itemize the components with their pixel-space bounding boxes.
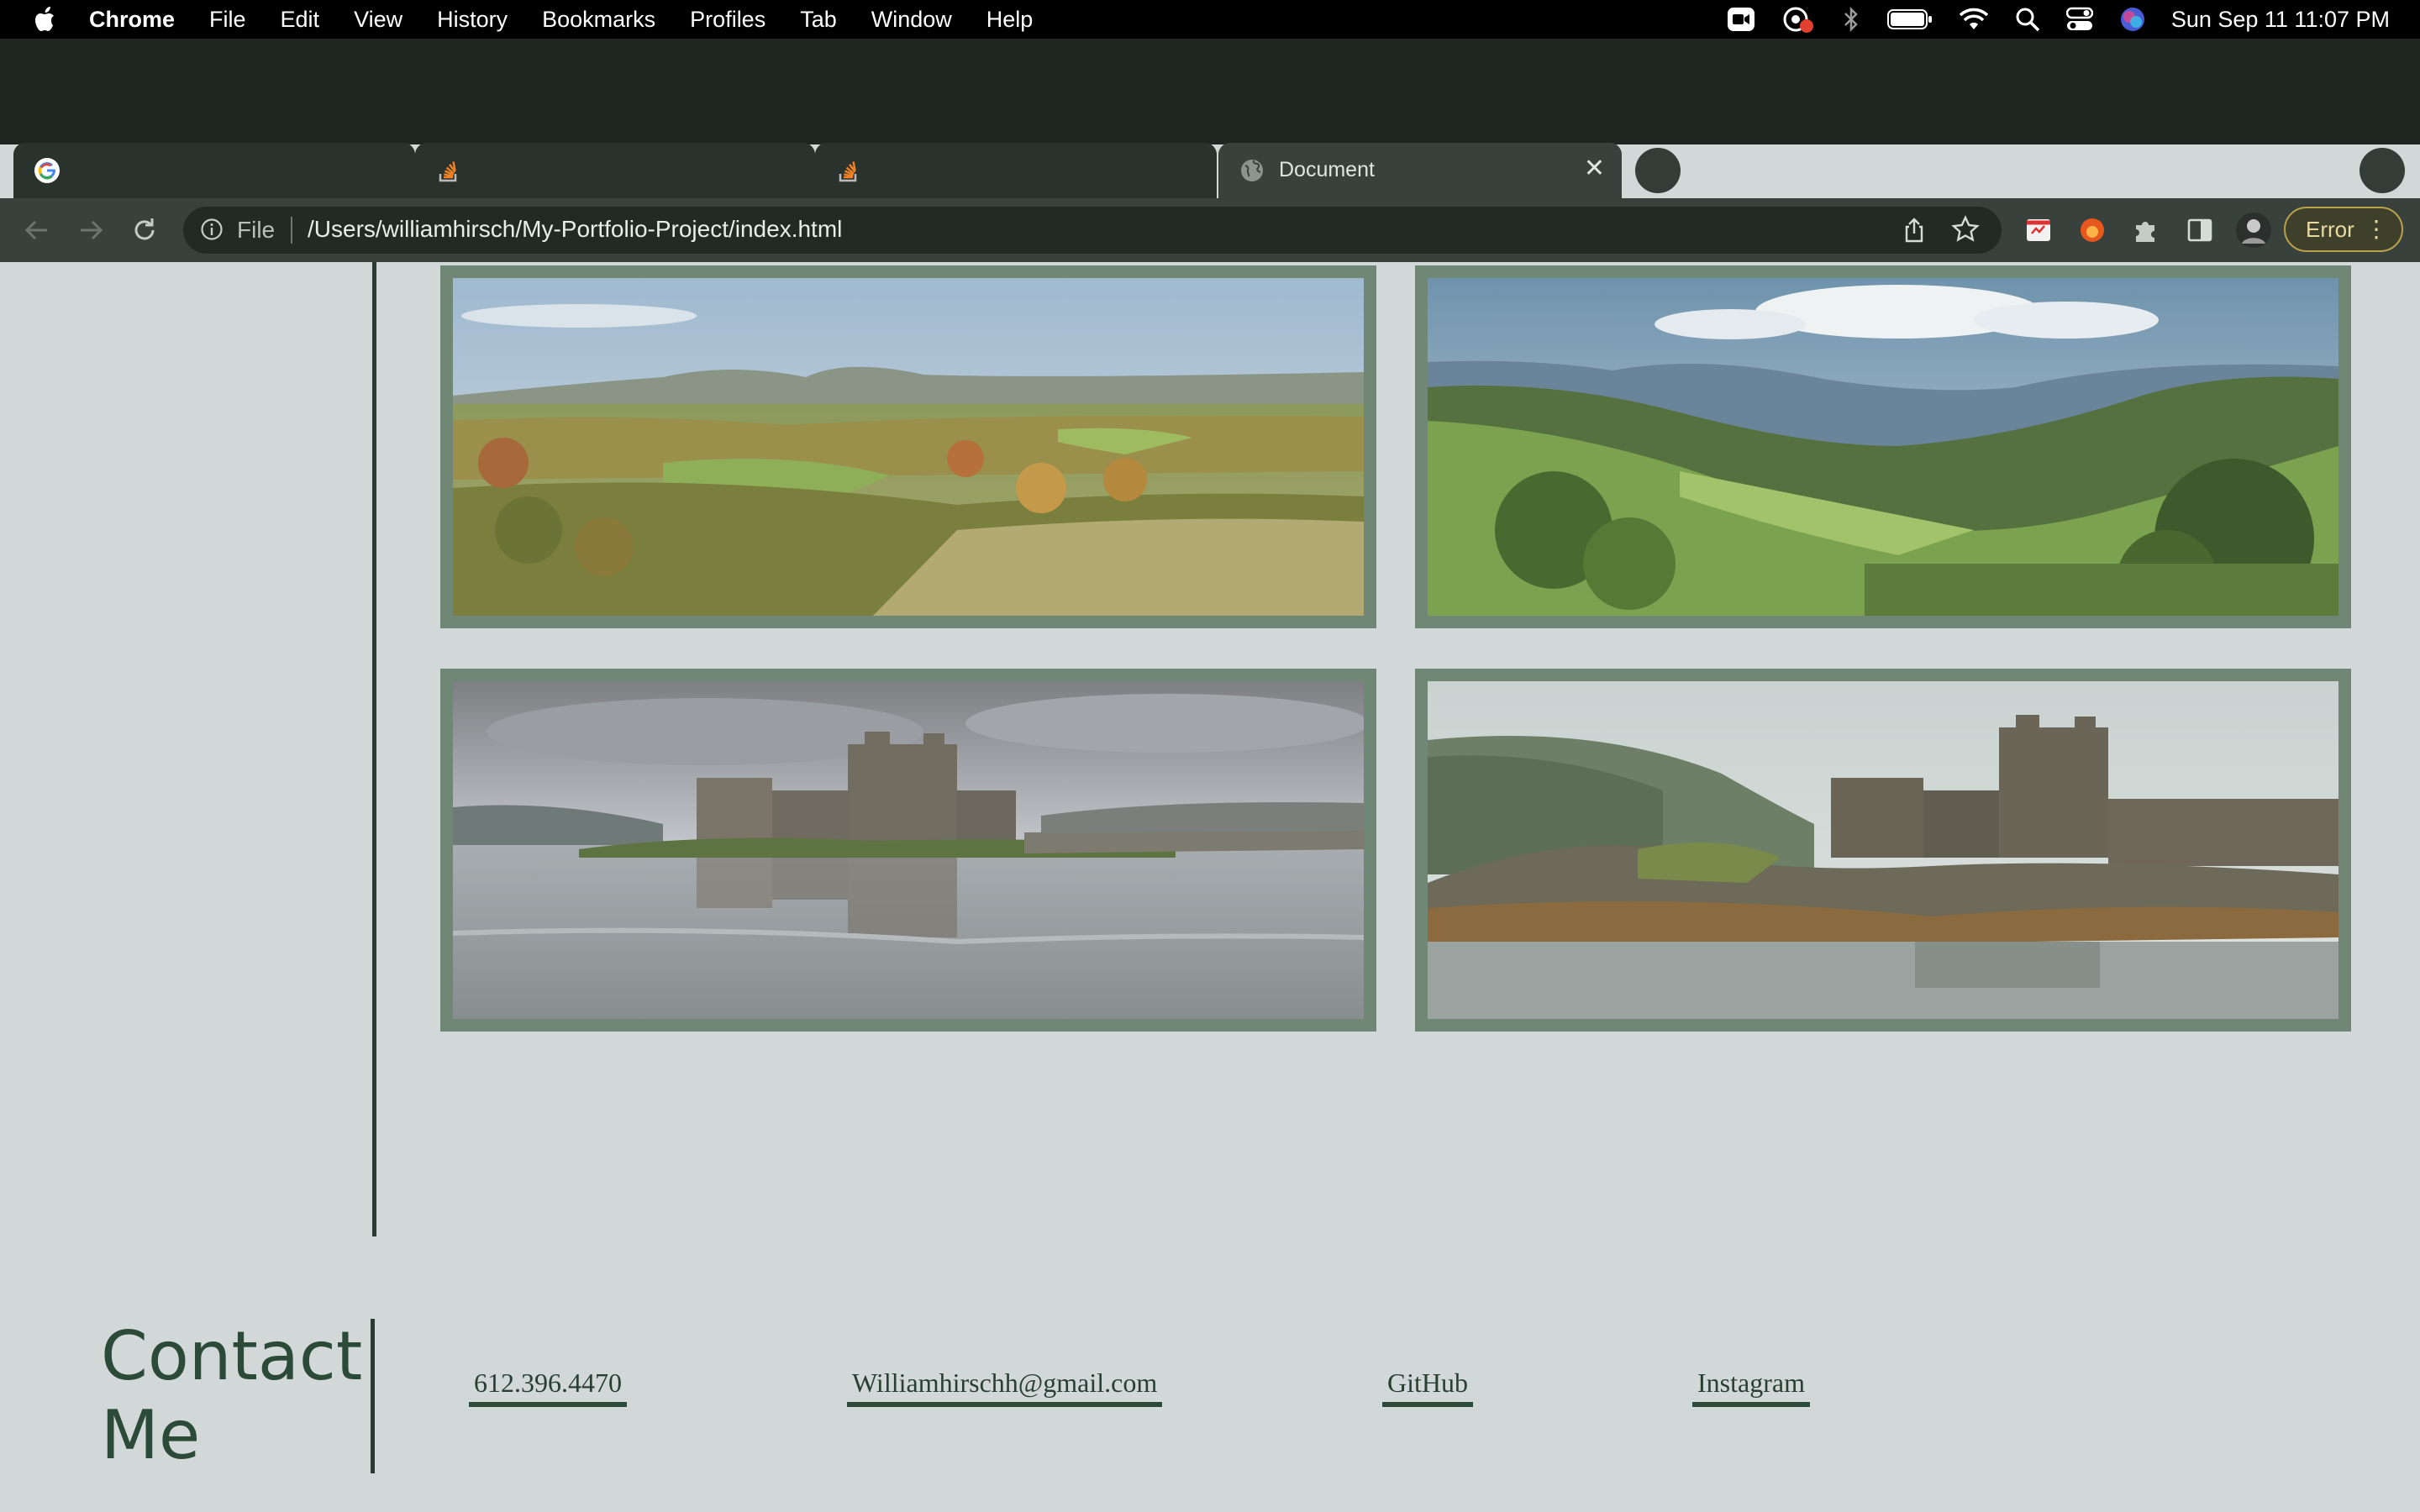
- contact-heading-line2: Me: [101, 1396, 201, 1474]
- contact-github-link[interactable]: GitHub: [1382, 1368, 1473, 1407]
- countryside-photo: [453, 278, 1364, 616]
- contact-heading: Contact Me: [101, 1317, 362, 1475]
- contact-email-link[interactable]: Williamhirschh@gmail.com: [847, 1368, 1163, 1407]
- profile-avatar-icon[interactable]: [2235, 212, 2272, 249]
- share-icon[interactable]: [1901, 217, 1928, 244]
- menu-app-chrome[interactable]: Chrome: [89, 7, 175, 33]
- address-bar[interactable]: File /Users/williamhirsch/My-Portfolio-P…: [183, 207, 2002, 254]
- menu-help[interactable]: Help: [986, 7, 1034, 33]
- menu-tab[interactable]: Tab: [800, 7, 837, 33]
- menu-bookmarks[interactable]: Bookmarks: [542, 7, 655, 33]
- section-divider-line: [372, 262, 376, 1236]
- gallery-image-valley[interactable]: [1415, 265, 2351, 628]
- tab-search-button[interactable]: [2360, 148, 2405, 193]
- stackoverflow-icon: [439, 161, 457, 182]
- apple-logo-icon[interactable]: [32, 5, 60, 34]
- reload-icon[interactable]: [129, 215, 160, 245]
- info-icon[interactable]: [200, 218, 224, 241]
- castle-loch-photo: [453, 681, 1364, 1019]
- siri-icon[interactable]: [2119, 6, 2146, 33]
- menu-profiles[interactable]: Profiles: [690, 7, 765, 33]
- wifi-icon[interactable]: [1959, 8, 1989, 31]
- battery-icon[interactable]: [1886, 8, 1933, 30]
- tab-stackoverflow-1[interactable]: [415, 143, 815, 198]
- close-tab-icon[interactable]: ✕: [1584, 156, 1605, 181]
- side-panel-icon[interactable]: [2185, 215, 2215, 245]
- globe-icon: [1241, 160, 1263, 181]
- gallery-image-castle-loch[interactable]: [440, 669, 1376, 1032]
- url-scheme-label: File: [237, 217, 276, 243]
- browser-title-bar: [0, 39, 2420, 144]
- contact-heading-line1: Contact: [101, 1317, 363, 1395]
- gallery-image-countryside[interactable]: [440, 265, 1376, 628]
- bookmark-star-icon[interactable]: [1951, 215, 1980, 244]
- tab-stackoverflow-2[interactable]: [815, 143, 1217, 198]
- error-button[interactable]: Error ⋮: [2284, 207, 2403, 252]
- forward-icon[interactable]: [76, 215, 106, 245]
- castle-shore-photo: [1428, 681, 2338, 1019]
- spotlight-search-icon[interactable]: [2015, 7, 2040, 32]
- contact-instagram-link[interactable]: Instagram: [1692, 1368, 1810, 1407]
- menu-history[interactable]: History: [437, 7, 508, 33]
- google-icon: [34, 158, 60, 183]
- menu-window[interactable]: Window: [871, 7, 952, 33]
- extension-pdf-icon[interactable]: [2023, 215, 2054, 245]
- valley-photo: [1428, 278, 2338, 616]
- tab-document-active[interactable]: Document ✕: [1218, 143, 1622, 198]
- bluetooth-icon[interactable]: [1841, 6, 1861, 33]
- control-center-icon[interactable]: [2065, 7, 2093, 32]
- url-text[interactable]: /Users/williamhirsch/My-Portfolio-Projec…: [308, 216, 842, 243]
- more-options-icon[interactable]: ⋮: [2365, 208, 2388, 250]
- back-icon[interactable]: [22, 215, 52, 245]
- extension-fox-icon[interactable]: [2077, 215, 2107, 245]
- menu-view[interactable]: View: [354, 7, 402, 33]
- page-viewport: Contact Me 612.396.4470 Williamhirschh@g…: [0, 262, 2420, 1512]
- url-separator: [291, 217, 292, 244]
- new-tab-button[interactable]: [1635, 148, 1681, 193]
- tab-google[interactable]: [13, 143, 415, 198]
- gallery-image-castle-shore[interactable]: [1415, 669, 2351, 1032]
- menu-file[interactable]: File: [209, 7, 246, 33]
- contact-divider-line: [371, 1319, 375, 1473]
- macos-menu-bar: Chrome File Edit View History Bookmarks …: [0, 0, 2420, 39]
- menu-edit[interactable]: Edit: [281, 7, 320, 33]
- screen-record-icon[interactable]: [1781, 5, 1815, 34]
- error-button-label: Error: [2306, 217, 2354, 242]
- zoom-camera-icon[interactable]: [1727, 7, 1755, 32]
- extensions-puzzle-icon[interactable]: [2131, 215, 2161, 245]
- stackoverflow-icon: [839, 161, 857, 182]
- tab-title: Document: [1279, 158, 1375, 181]
- contact-phone-link[interactable]: 612.396.4470: [469, 1368, 627, 1407]
- menubar-clock[interactable]: Sun Sep 11 11:07 PM: [2171, 7, 2390, 33]
